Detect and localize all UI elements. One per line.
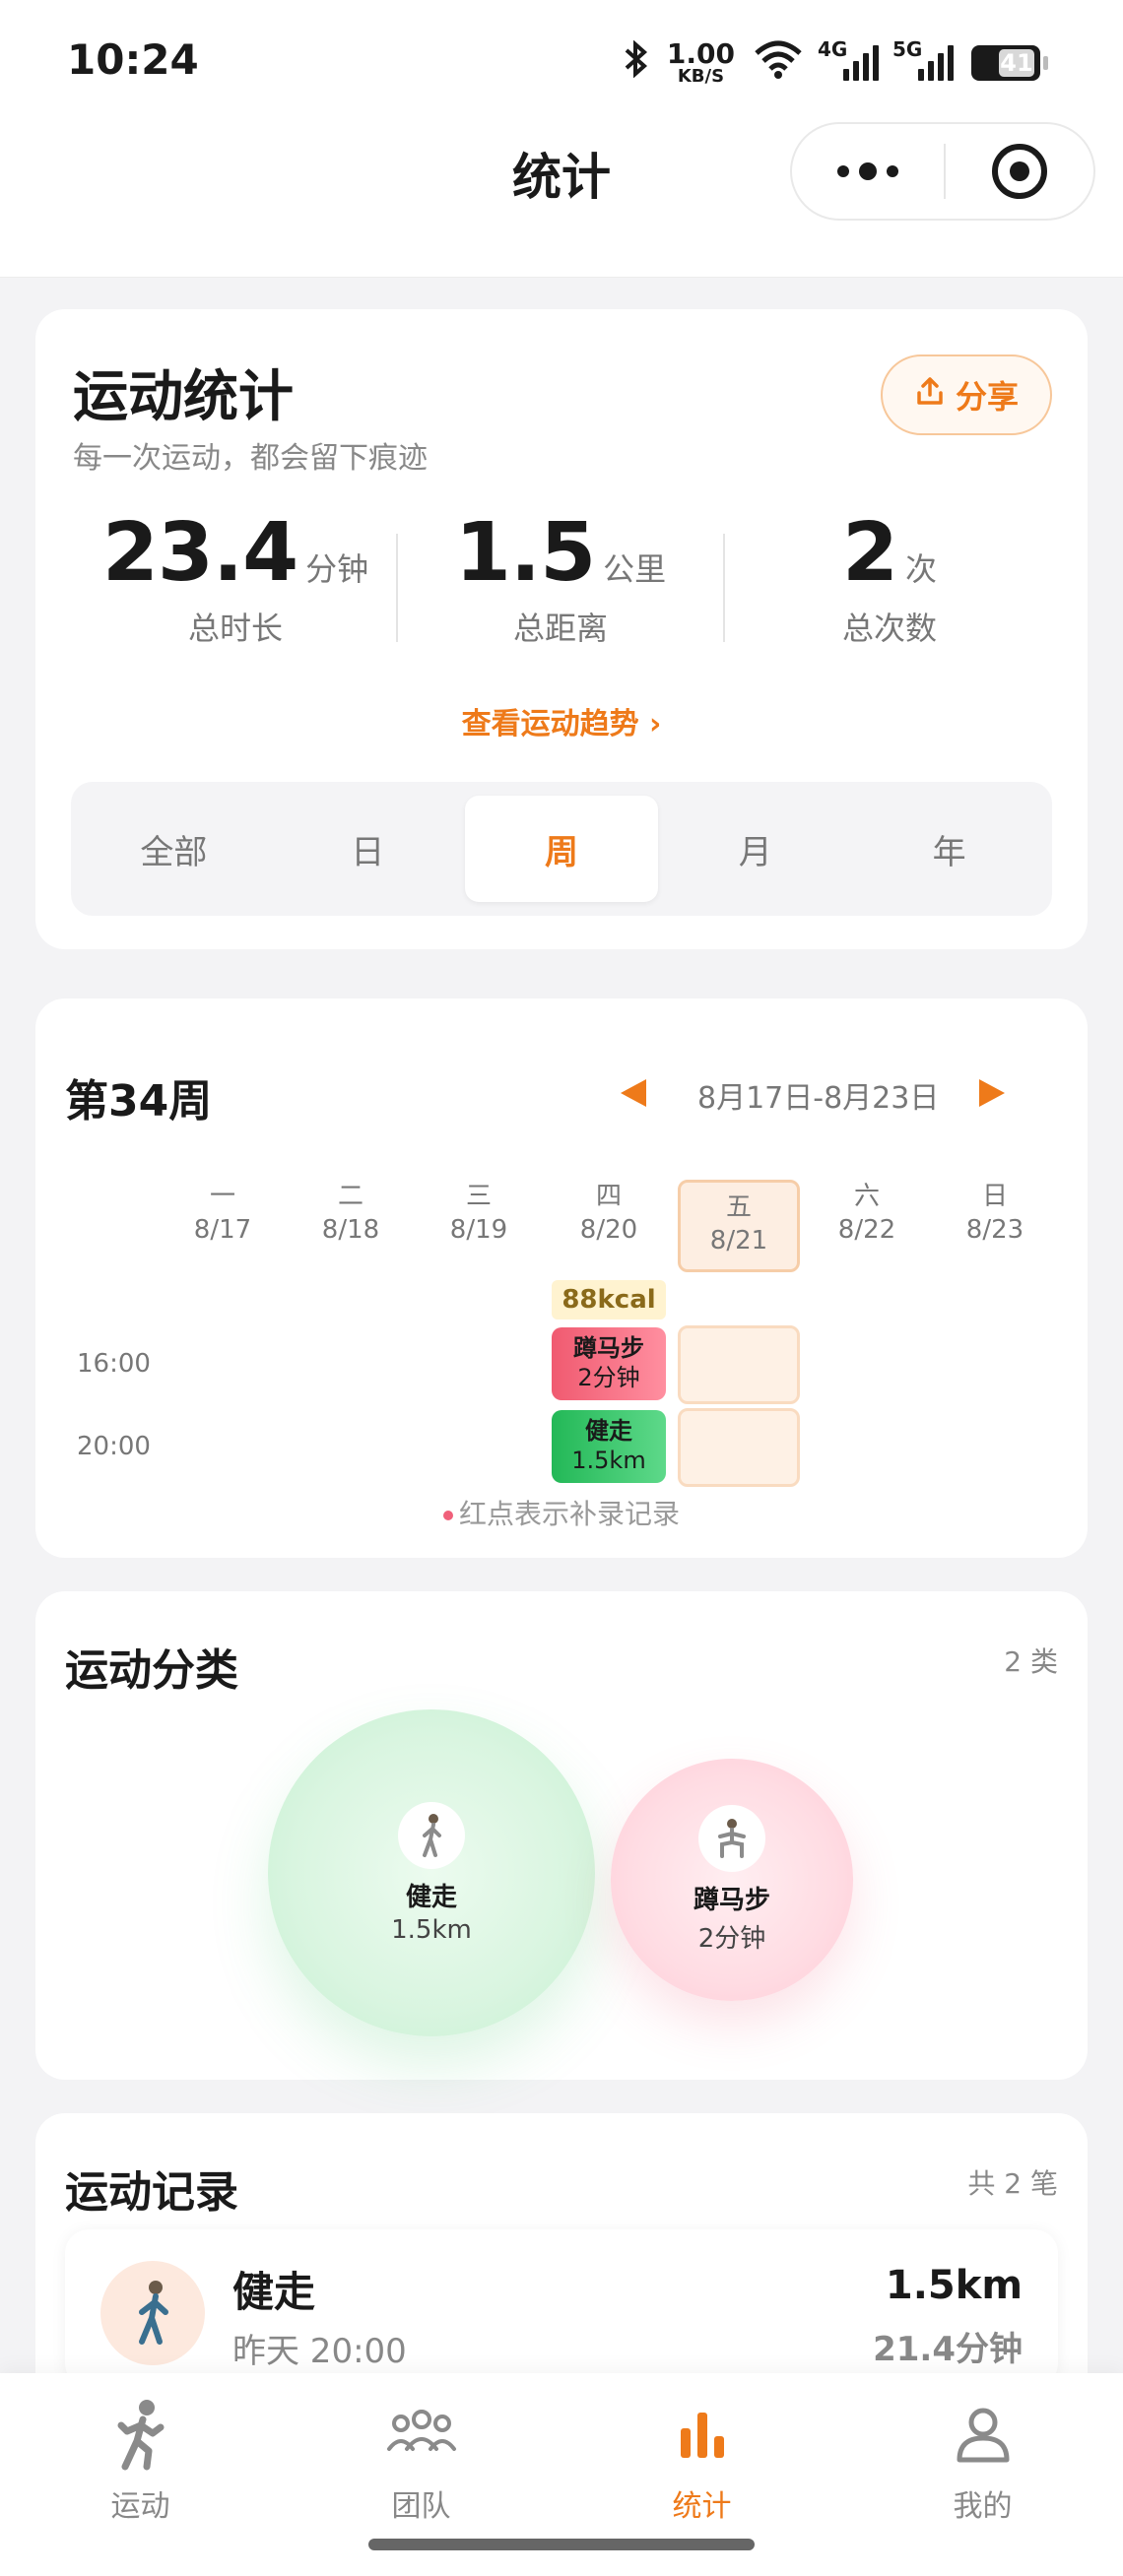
day-column-sat: 六 8/22 [837,1182,896,1245]
kcal-badge: 88kcal [552,1280,666,1320]
walking-person-icon [398,1801,465,1869]
battery-icon: 41 [971,45,1048,81]
records-title: 运动记录 [65,2167,238,2218]
category-count: 2 类 [1004,1645,1058,1678]
view-trend-link[interactable]: 查看运动趋势 › [35,699,1088,742]
day-column-tue: 二 8/18 [321,1182,380,1245]
tab-day[interactable]: 日 [271,796,465,902]
status-time: 10:24 [67,35,199,84]
target-icon [992,144,1047,199]
tab-exercise[interactable]: 运动 [0,2373,281,2576]
week-calendar-card: 第34周 8月17日-8月23日 一 8/17 二 8/18 三 8/19 四 8/20… [35,998,1088,1558]
record-name: 健走 [232,2268,316,2316]
category-card: 运动分类 2 类 健走 1.5km 蹲马步 2分钟 [35,1591,1088,2080]
metric-total-count: 2次 总次数 [841,506,938,647]
event-squat[interactable]: 蹲马步 2分钟 [552,1327,666,1400]
metric-total-duration: 23.4 分钟 总时长 [101,506,369,647]
walking-avatar-icon [100,2261,205,2365]
time-label-20: 20:00 [77,1432,151,1461]
record-distance: 1.5km [885,2263,1023,2308]
day-column-fri-today: 五 8/21 [678,1180,800,1272]
share-icon [914,375,946,415]
week-title: 第34周 [65,1076,213,1127]
day-column-mon: 一 8/17 [193,1182,252,1245]
time-label-16: 16:00 [77,1349,151,1379]
tab-month[interactable]: 月 [658,796,852,902]
day-column-sun: 日 8/23 [965,1182,1024,1245]
tab-year[interactable]: 年 [852,796,1046,902]
today-slot-20[interactable] [678,1408,800,1487]
net-speed: 1.00 KB/S [666,37,735,87]
tab-week[interactable]: 周 [464,796,659,902]
home-indicator[interactable] [368,2539,755,2550]
category-title: 运动分类 [65,1645,238,1696]
stats-title: 运动统计 [73,365,294,429]
squat-person-icon [698,1805,765,1872]
records-count: 共 2 笔 [967,2167,1058,2200]
user-icon [944,2395,1023,2474]
today-slot-16[interactable] [678,1325,800,1404]
miniapp-capsule [790,122,1095,221]
week-range: 8月17日-8月23日 [697,1081,940,1116]
signal-sim2-icon: 5G [892,37,954,81]
signal-sim1-icon: 4G [818,37,879,81]
tab-all[interactable]: 全部 [77,796,271,902]
bar-chart-icon [663,2395,742,2474]
bluetooth-icon [624,39,649,86]
day-column-thu: 四 8/20 [579,1182,638,1245]
period-tabs: 全部 日 周 月 年 [71,782,1052,916]
makeup-record-note: 红点表示补录记录 [35,1493,1088,1532]
category-bubble-walk[interactable]: 健走 1.5km [268,1709,595,2036]
tab-mine[interactable]: 我的 [842,2373,1123,2576]
nav-header: 统计 [0,108,1123,278]
next-week-button[interactable] [979,1079,1005,1107]
share-button[interactable]: 分享 [881,354,1052,435]
record-duration: 21.4分钟 [873,2330,1023,2369]
metric-total-distance: 1.5 公里 总距离 [454,506,667,647]
stats-subtitle: 每一次运动，都会留下痕迹 [73,441,428,476]
more-options-button[interactable] [792,124,944,219]
running-icon [101,2395,180,2474]
record-time: 昨天 20:00 [232,2332,407,2371]
record-item[interactable]: 健走 昨天 20:00 1.5km 21.4分钟 [65,2229,1058,2387]
stats-card: 运动统计 每一次运动，都会留下痕迹 分享 23.4 分钟 总时长 1.5 公里 总距… [35,309,1088,949]
status-icons: 1.00 KB/S 4G 5G 41 [624,37,1048,87]
wifi-icon [753,39,804,87]
event-walk[interactable]: 健走 1.5km [552,1410,666,1483]
day-column-wed: 三 8/19 [449,1182,508,1245]
category-bubble-squat[interactable]: 蹲马步 2分钟 [611,1759,853,2001]
team-icon [382,2395,461,2474]
red-dot-icon [442,1511,453,1520]
prev-week-button[interactable] [621,1079,646,1107]
close-miniapp-button[interactable] [946,144,1093,199]
